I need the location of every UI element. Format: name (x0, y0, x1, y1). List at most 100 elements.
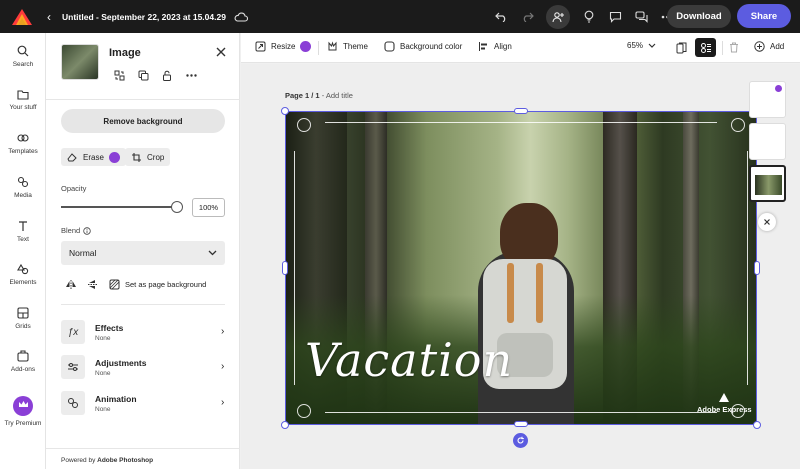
chat-bubbles-icon[interactable] (628, 5, 654, 29)
document-title[interactable]: Untitled - September 22, 2023 at 15.04.2… (62, 12, 226, 22)
fx-icon: ƒx (61, 320, 85, 344)
invite-user-icon[interactable] (546, 4, 570, 29)
rail-item-your-stuff[interactable]: Your stuff (0, 89, 46, 111)
script-title-text[interactable]: Vacation (305, 333, 513, 387)
grids-icon (17, 307, 29, 319)
rail-label: Your stuff (9, 104, 37, 111)
replace-icon[interactable] (112, 68, 126, 82)
resize-handle-bottom[interactable] (514, 421, 528, 427)
pages-view-button[interactable] (671, 38, 692, 57)
rail-item-elements[interactable]: Elements (0, 263, 46, 286)
close-icon[interactable] (214, 45, 228, 59)
undo-icon[interactable] (488, 5, 514, 29)
resize-handle-left[interactable] (282, 261, 288, 275)
add-page-button[interactable]: Add (754, 41, 784, 52)
blend-label-row: Blend (61, 226, 91, 235)
opacity-slider-thumb[interactable] (171, 201, 183, 213)
feature-value: None (95, 335, 111, 342)
duplicate-icon[interactable] (136, 68, 150, 82)
animation-icon (61, 391, 85, 415)
share-button[interactable]: Share (737, 4, 791, 28)
adobe-express-watermark: Adobe Express (697, 393, 752, 414)
image-thumbnail (61, 44, 99, 80)
rotate-handle[interactable] (513, 433, 528, 448)
text-icon (19, 221, 27, 231)
comment-icon[interactable] (602, 5, 628, 29)
left-rail: Search Your stuff Templates Media Text E… (0, 33, 46, 469)
flip-vertical-icon[interactable] (87, 279, 99, 290)
layers-button[interactable] (695, 38, 716, 57)
theme-label: Theme (343, 42, 368, 51)
page-thumbnail[interactable] (749, 81, 786, 118)
panel-title: Image (109, 47, 141, 59)
opacity-slider-track[interactable] (61, 206, 177, 208)
cloud-sync-icon[interactable] (234, 12, 248, 22)
color-swatch-icon (384, 41, 395, 52)
resize-handle-top[interactable] (514, 108, 528, 114)
opacity-value-input[interactable]: 100% (192, 198, 225, 217)
theme-button[interactable]: Theme (327, 41, 368, 52)
chevron-down-icon (648, 43, 656, 48)
image-transform-tools: Set as page background (65, 279, 206, 290)
resize-handle-top-left[interactable] (281, 107, 289, 115)
resize-handle-bottom-left[interactable] (281, 421, 289, 429)
canvas-toolbar: Resize Theme Background color Align 65% … (241, 33, 800, 63)
download-button[interactable]: Download (667, 5, 731, 28)
feature-value: None (95, 370, 111, 377)
page-thumbnail[interactable] (749, 123, 786, 160)
rail-item-add-ons[interactable]: Add-ons (0, 350, 46, 373)
rail-label: Media (14, 192, 32, 199)
blend-mode-select[interactable]: Normal (61, 241, 225, 265)
back-chevron-icon[interactable]: ‹ (47, 10, 51, 24)
close-pages-icon[interactable] (758, 213, 776, 231)
remove-background-button[interactable]: Remove background (61, 109, 225, 133)
canvas-image[interactable]: Vacation Adobe Express (285, 111, 757, 425)
frame-line-left (294, 151, 296, 385)
divider (46, 99, 240, 100)
resize-button[interactable]: Resize (255, 41, 312, 52)
resize-handle-right[interactable] (754, 261, 760, 275)
frame-ornament (731, 118, 745, 132)
premium-crown-icon (108, 151, 120, 163)
lock-icon[interactable] (160, 68, 174, 82)
page-thumbnail-current[interactable] (749, 165, 786, 202)
powered-prefix: Powered by (61, 457, 98, 464)
zoom-select[interactable]: 65% (627, 41, 656, 50)
backpack-strap (536, 263, 543, 323)
delete-button[interactable] (723, 38, 744, 57)
flip-horizontal-icon[interactable] (65, 279, 77, 290)
backpack-strap (507, 263, 514, 323)
add-title-link[interactable]: - Add title (322, 91, 353, 100)
rail-item-grids[interactable]: Grids (0, 307, 46, 330)
page-background-icon (109, 279, 120, 290)
pages-icon (676, 42, 687, 53)
effects-row[interactable]: ƒx Effects None › (61, 320, 231, 346)
media-icon (17, 176, 29, 188)
addons-icon (17, 350, 29, 362)
opacity-label: Opacity (61, 184, 87, 193)
powered-brand: Adobe Photoshop (97, 457, 154, 464)
more-options-icon[interactable] (184, 68, 198, 82)
erase-button[interactable]: Erase (61, 148, 126, 166)
animation-row[interactable]: Animation None › (61, 391, 231, 417)
align-button[interactable]: Align (478, 41, 512, 52)
redo-icon[interactable] (514, 5, 540, 29)
rail-item-try-premium[interactable]: Try Premium (0, 396, 46, 427)
adjustments-row[interactable]: Adjustments None › (61, 355, 231, 381)
crop-button[interactable]: Crop (125, 148, 171, 166)
rail-item-templates[interactable]: Templates (0, 132, 46, 155)
align-icon (479, 42, 487, 51)
image-quick-tools (112, 68, 198, 82)
rail-item-media[interactable]: Media (0, 176, 46, 199)
info-icon[interactable] (83, 226, 91, 235)
lightbulb-icon[interactable] (576, 5, 602, 29)
rail-item-search[interactable]: Search (0, 45, 46, 68)
adobe-express-logo[interactable] (11, 8, 33, 26)
rail-item-text[interactable]: Text (0, 220, 46, 243)
background-color-button[interactable]: Background color (384, 41, 462, 52)
resize-handle-bottom-right[interactable] (753, 421, 761, 429)
set-as-page-background-button[interactable]: Set as page background (109, 279, 206, 290)
premium-crown-icon (775, 85, 782, 92)
templates-icon (17, 134, 29, 142)
rail-label: Add-ons (10, 366, 36, 373)
